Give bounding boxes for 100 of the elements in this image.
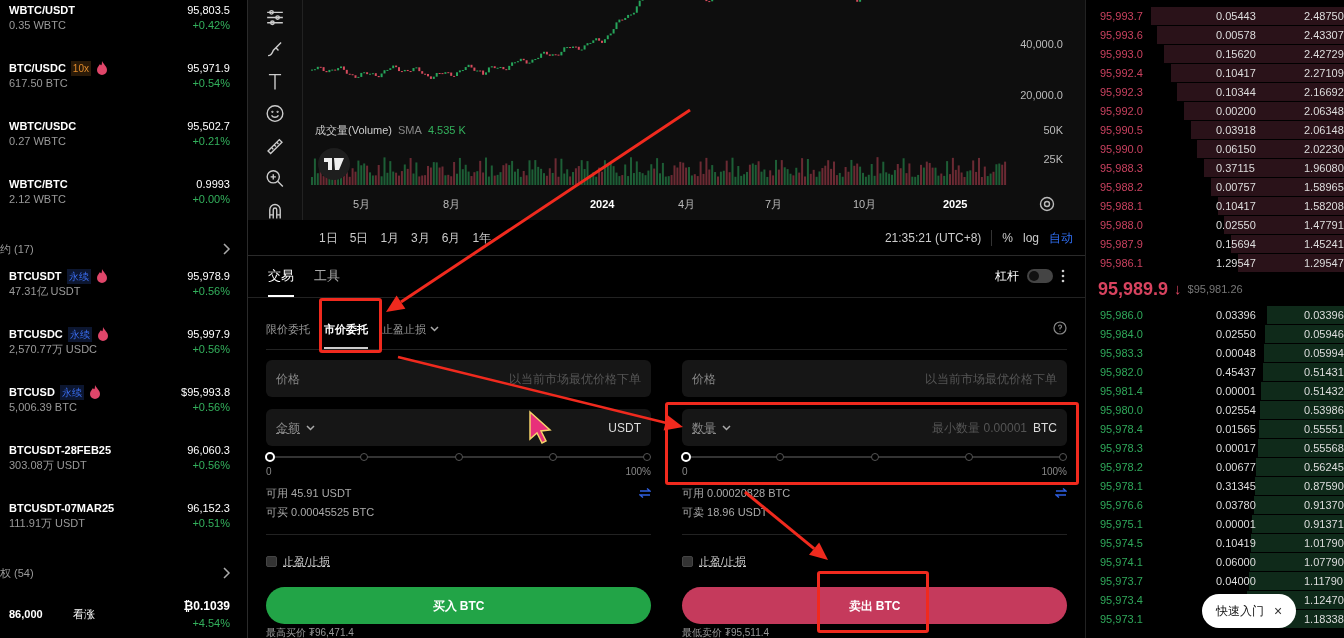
slider-thumb[interactable] [681, 452, 691, 462]
best-price: 最高买价 ₮96,471.4 [266, 627, 355, 638]
leverage-toggle[interactable] [1027, 269, 1053, 283]
range-button[interactable]: 1年 [471, 228, 493, 247]
field-label[interactable]: 数量 [692, 418, 716, 437]
market-row[interactable]: BTCUSDC 永续 2,570.77万 USDC 95,997.9 +0.56% [0, 324, 247, 382]
available-balance: 可用 0.00020828 BTC [682, 485, 791, 501]
swap-icon[interactable] [1055, 488, 1067, 498]
book-total: 1.11790 [1304, 574, 1343, 590]
range-button[interactable]: 1日 [318, 228, 339, 247]
book-price[interactable]: 95,978.4 [1100, 421, 1216, 438]
book-amount: 0.03918 [1216, 123, 1256, 139]
tpsl-checkbox[interactable] [682, 555, 693, 567]
market-row[interactable]: BTCUSDT-28FEB25 303.08万 USDT 96,060.3 +0.56% [0, 440, 247, 498]
book-total: 2.06348 [1304, 104, 1344, 120]
slider-step[interactable] [360, 453, 369, 461]
book-price[interactable]: 95,978.3 [1100, 440, 1216, 457]
market-row[interactable]: BTC/USDC 10x 617.50 BTC 95,971.9 +0.54% [0, 58, 247, 116]
book-price[interactable]: 95,984.0 [1100, 326, 1216, 343]
book-price[interactable]: 95,982.0 [1100, 364, 1216, 381]
ruler-icon[interactable] [264, 136, 286, 156]
market-price: 96,060.3 [187, 443, 230, 458]
market-row[interactable]: BTCUSD 永续 5,006.39 BTC $95,993.8 +0.56% [0, 382, 247, 440]
unit-label: USDT [608, 419, 641, 437]
book-price[interactable]: 95,992.4 [1100, 65, 1216, 82]
book-price[interactable]: 95,993.6 [1100, 27, 1216, 44]
range-button[interactable]: 1月 [379, 228, 401, 247]
book-price[interactable]: 95,980.0 [1100, 402, 1216, 419]
book-price[interactable]: 95,983.3 [1100, 345, 1216, 362]
order-type-tab[interactable]: 止盈止损 [382, 320, 439, 349]
range-button[interactable]: 6月 [440, 228, 462, 247]
market-volume: 2.12 WBTC [9, 192, 67, 207]
more-icon[interactable] [1061, 269, 1065, 283]
highlight-box [319, 298, 382, 353]
book-price[interactable]: 95,993.7 [1100, 8, 1216, 25]
close-button[interactable]: × [1274, 600, 1283, 622]
panel-tab[interactable]: 交易 [268, 265, 294, 297]
market-row[interactable]: WBTC/BTC 2.12 WBTC 0.9993 +0.00% [0, 174, 247, 232]
book-total: 0.05994 [1304, 346, 1344, 362]
amount-field[interactable]: 金额 USDT [266, 409, 651, 446]
sell-button[interactable]: 卖出 BTC [682, 587, 1067, 624]
time-axis-label: 7月 [765, 197, 783, 212]
scale-option[interactable]: log [1023, 228, 1039, 247]
slider-step[interactable] [776, 453, 785, 461]
book-price[interactable]: 95,993.0 [1100, 46, 1216, 63]
book-price[interactable]: 95,986.0 [1100, 307, 1216, 324]
book-price[interactable]: 95,990.5 [1100, 122, 1216, 139]
book-price[interactable]: 95,975.1 [1100, 516, 1216, 533]
market-volume: 5,006.39 BTC [9, 400, 78, 415]
book-price[interactable]: 95,986.1 [1100, 255, 1216, 272]
market-row[interactable]: WBTC/USDT 0.35 WBTC 95,803.5 +0.42% [0, 0, 247, 58]
book-price[interactable]: 95,988.0 [1100, 217, 1216, 234]
book-price[interactable]: 95,988.2 [1100, 179, 1216, 196]
help-icon[interactable] [1053, 321, 1067, 335]
fire-icon [95, 269, 108, 283]
range-button[interactable]: 5日 [348, 228, 370, 247]
book-price[interactable]: 95,981.4 [1100, 383, 1216, 400]
market-row[interactable]: BTCUSDT 永续 47.31亿 USDT 95,978.9 +0.56% [0, 266, 247, 324]
smiley-icon[interactable] [264, 104, 286, 124]
chevron-right-icon[interactable] [223, 243, 231, 255]
zoom-in-icon[interactable] [264, 168, 286, 188]
book-price[interactable]: 95,978.2 [1100, 459, 1216, 476]
book-price[interactable]: 95,974.1 [1100, 554, 1216, 571]
slider-thumb[interactable] [265, 452, 275, 462]
slider-step[interactable] [1059, 453, 1067, 461]
scale-option[interactable]: 自动 [1049, 228, 1073, 247]
indicators-icon[interactable] [264, 8, 286, 28]
book-amount: 0.10344 [1216, 85, 1256, 101]
book-price[interactable]: 95,988.3 [1100, 160, 1216, 177]
book-price[interactable]: 95,973.7 [1100, 573, 1216, 590]
book-price[interactable]: 95,978.1 [1100, 478, 1216, 495]
slider-step[interactable] [548, 453, 557, 461]
scale-option[interactable]: % [1002, 228, 1013, 247]
market-row[interactable]: WBTC/USDC 0.27 WBTC 95,502.7 +0.21% [0, 116, 247, 174]
book-total: 0.55568 [1304, 441, 1344, 457]
field-label[interactable]: 金额 [276, 418, 300, 437]
book-price[interactable]: 95,990.0 [1100, 141, 1216, 158]
quick-start-toast[interactable]: 快速入门 × [1202, 594, 1297, 628]
slider-step[interactable] [870, 453, 879, 461]
book-price[interactable]: 95,974.5 [1100, 535, 1216, 552]
book-price[interactable]: 95,976.6 [1100, 497, 1216, 514]
tpsl-checkbox[interactable] [266, 555, 277, 567]
option-row[interactable]: 86,000 看涨 ₿0.1039 +4.54% [0, 590, 247, 638]
swap-icon[interactable] [639, 488, 651, 498]
slider-step[interactable] [643, 453, 651, 461]
book-price[interactable]: 95,992.0 [1100, 103, 1216, 120]
order-type-tab[interactable]: 限价委托 [266, 320, 310, 349]
panel-tab[interactable]: 工具 [314, 265, 340, 297]
max-trade-amount: 可卖 18.96 USDT [682, 505, 769, 520]
chevron-right-icon[interactable] [223, 567, 231, 579]
book-price[interactable]: 95,987.9 [1100, 236, 1216, 253]
order-type-tab[interactable]: 市价委托 [324, 320, 368, 349]
settings-icon[interactable] [1039, 196, 1055, 212]
book-price[interactable]: 95,992.3 [1100, 84, 1216, 101]
slider-step[interactable] [964, 453, 973, 461]
market-row[interactable]: BTCUSDT-07MAR25 111.91万 USDT 96,152.3 +0.51% [0, 498, 247, 556]
slider-step[interactable] [454, 453, 463, 461]
range-button[interactable]: 3月 [410, 228, 431, 247]
book-price[interactable]: 95,988.1 [1100, 198, 1216, 215]
book-amount: 0.31345 [1216, 479, 1256, 495]
